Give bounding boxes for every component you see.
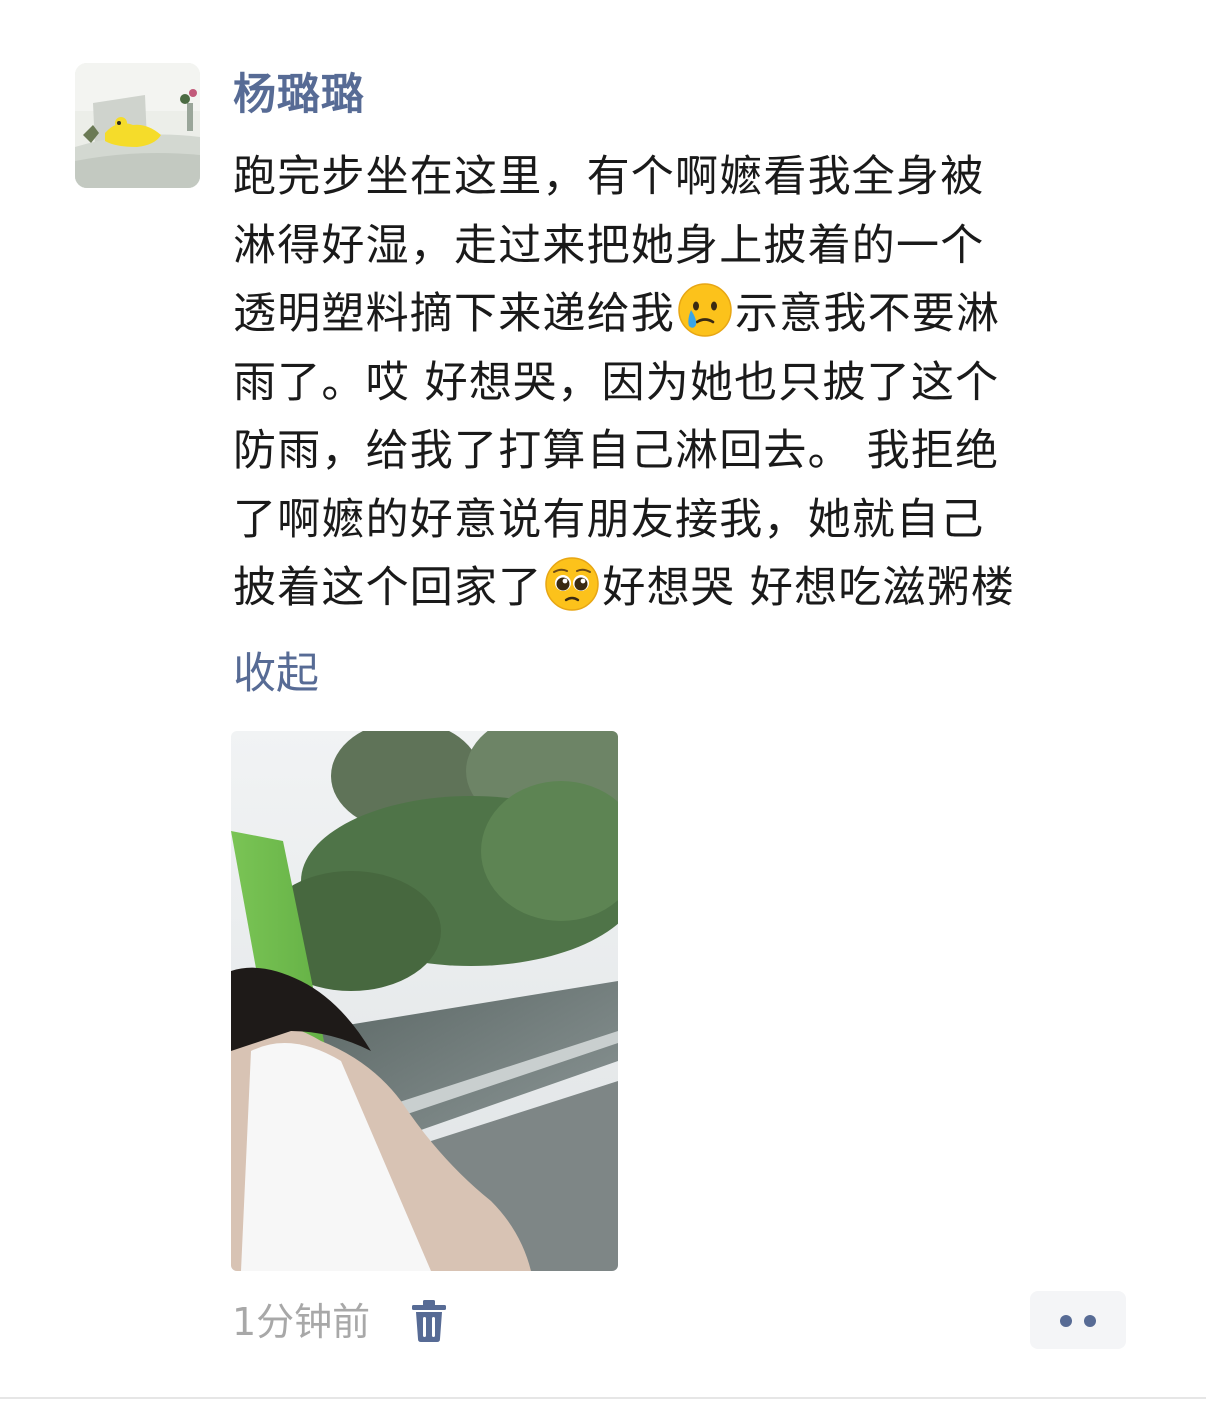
author-name[interactable]: 杨璐璐	[233, 64, 365, 126]
post-content: 跑完步坐在这里，有个啊嬷看我全身被 淋得好湿，走过来把她身上披着的一个 透明塑料…	[233, 143, 1133, 623]
collapse-link[interactable]: 收起	[233, 643, 319, 705]
content-line: 跑完步坐在这里，有个啊嬷看我全身被	[233, 152, 985, 202]
content-text: 示意我不要淋	[735, 289, 1001, 339]
content-line: 披着这个回家了 好想哭 好想吃滋粥楼	[233, 554, 1133, 623]
author-avatar[interactable]	[75, 63, 200, 188]
crying-face-emoji	[677, 282, 733, 338]
delete-button[interactable]	[408, 1299, 450, 1343]
moment-post: 杨璐璐 跑完步坐在这里，有个啊嬷看我全身被 淋得好湿，走过来把她身上披着的一个 …	[0, 0, 1206, 1398]
post-timestamp: 1分钟前	[232, 1300, 371, 1344]
content-text: 好想哭 好想吃滋粥楼	[602, 563, 1016, 613]
post-photo[interactable]	[231, 731, 618, 1271]
pleading-face-emoji	[544, 556, 600, 612]
content-line: 淋得好湿，走过来把她身上披着的一个	[233, 220, 985, 271]
more-actions-button[interactable]	[1030, 1291, 1126, 1349]
avatar-image	[75, 63, 200, 188]
photo-image	[231, 731, 618, 1271]
divider	[0, 1397, 1206, 1399]
content-text: 披着这个回家了	[233, 563, 543, 613]
content-line: 透明塑料摘下来递给我 示意我不要淋	[233, 280, 1133, 349]
trash-icon	[412, 1300, 446, 1342]
content-line: 了啊嬷的好意说有朋友接我，她就自己	[233, 494, 985, 545]
more-dots-icon	[1084, 1315, 1096, 1327]
content-line: 雨了。哎 好想哭，因为她也只披了这个	[233, 357, 1000, 408]
content-text: 透明塑料摘下来递给我	[233, 289, 675, 339]
more-dots-icon	[1060, 1315, 1072, 1327]
content-line: 防雨，给我了打算自己淋回去。 我拒绝	[233, 426, 1000, 476]
